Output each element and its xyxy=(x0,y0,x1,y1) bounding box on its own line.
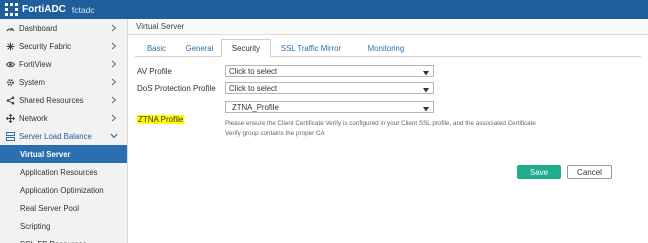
chevron-right-icon xyxy=(109,95,119,105)
caret-down-icon xyxy=(423,69,429,76)
dos-profile-label: DoS Protection Profile xyxy=(137,84,216,93)
sidebar-item-label: System xyxy=(19,77,45,87)
top-bar: FortiADC fctadc xyxy=(0,0,648,19)
view-icon xyxy=(5,59,15,69)
chevron-right-icon xyxy=(109,77,119,87)
ztna-profile-label-text: ZTNA Profile xyxy=(137,115,185,124)
save-button[interactable]: Save xyxy=(517,165,561,179)
sidebar-subitem-application-optimization[interactable]: Application Optimization xyxy=(0,181,127,199)
av-profile-select[interactable]: Click to select xyxy=(225,65,434,77)
tab-bar: Basic General Security SSL Traffic Mirro… xyxy=(135,39,641,57)
gear-icon xyxy=(5,77,15,87)
sidebar-item-dashboard[interactable]: Dashboard xyxy=(0,19,127,37)
sidebar-subitem-scripting[interactable]: Scripting xyxy=(0,217,127,235)
av-profile-label: AV Profile xyxy=(137,67,172,76)
fabric-icon xyxy=(5,41,15,51)
chevron-right-icon xyxy=(109,113,119,123)
caret-down-icon xyxy=(423,86,429,93)
sidebar-item-label: FortiView xyxy=(19,59,52,69)
sidebar-item-network[interactable]: Network xyxy=(0,109,127,127)
sidebar-item-label: Server Load Balance xyxy=(19,131,92,141)
tab-general[interactable]: General xyxy=(178,39,221,57)
sidebar-item-label: Shared Resources xyxy=(19,95,84,105)
main-panel: Virtual Server Basic General Security SS… xyxy=(128,19,648,243)
sidebar-subitem-ssl-fp-resources[interactable]: SSL-FP Resources xyxy=(0,235,127,243)
share-icon xyxy=(5,95,15,105)
sidebar-item-shared-resources[interactable]: Shared Resources xyxy=(0,91,127,109)
ztna-help-text: Please ensure the Client Certificate Ver… xyxy=(225,120,536,137)
dos-profile-value: Click to select xyxy=(229,83,278,93)
tab-basic[interactable]: Basic xyxy=(135,39,178,57)
dos-profile-select[interactable]: Click to select xyxy=(225,82,434,94)
tab-security[interactable]: Security xyxy=(221,39,271,57)
sidebar-subitem-virtual-server[interactable]: Virtual Server xyxy=(0,145,127,163)
balance-icon xyxy=(5,131,15,141)
network-icon xyxy=(5,113,15,123)
sidebar-item-server-load-balance[interactable]: Server Load Balance xyxy=(0,127,127,145)
av-profile-value: Click to select xyxy=(229,66,278,76)
sidebar-item-security-fabric[interactable]: Security Fabric xyxy=(0,37,127,55)
chevron-right-icon xyxy=(109,41,119,51)
hostname: fctadc xyxy=(71,4,95,15)
tab-ssl-traffic-mirror[interactable]: SSL Traffic Mirror xyxy=(271,39,351,57)
chevron-down-icon xyxy=(109,131,119,141)
sidebar-item-fortiview[interactable]: FortiView xyxy=(0,55,127,73)
cancel-button[interactable]: Cancel xyxy=(567,165,612,179)
ztna-profile-value: ZTNA_Profile xyxy=(232,102,279,112)
sidebar-item-label: Security Fabric xyxy=(19,41,71,51)
ztna-profile-label: ZTNA Profile xyxy=(137,115,185,124)
fortinet-logo-icon xyxy=(4,3,18,17)
sidebar-subitem-application-resources[interactable]: Application Resources xyxy=(0,163,127,181)
chevron-right-icon xyxy=(109,59,119,69)
app-name: FortiADC xyxy=(22,4,66,15)
sidebar-item-label: Dashboard xyxy=(19,23,58,33)
panel-title: Virtual Server xyxy=(128,19,648,35)
dashboard-icon xyxy=(5,23,15,33)
chevron-right-icon xyxy=(109,23,119,33)
tab-monitoring[interactable]: Monitoring xyxy=(351,39,421,57)
ztna-profile-select[interactable]: ZTNA_Profile xyxy=(225,101,434,113)
sidebar-subitem-real-server-pool[interactable]: Real Server Pool xyxy=(0,199,127,217)
sidebar: Dashboard Security Fabric FortiView Syst… xyxy=(0,19,128,243)
sidebar-item-label: Network xyxy=(19,113,48,123)
caret-down-icon xyxy=(423,105,429,112)
sidebar-item-system[interactable]: System xyxy=(0,73,127,91)
